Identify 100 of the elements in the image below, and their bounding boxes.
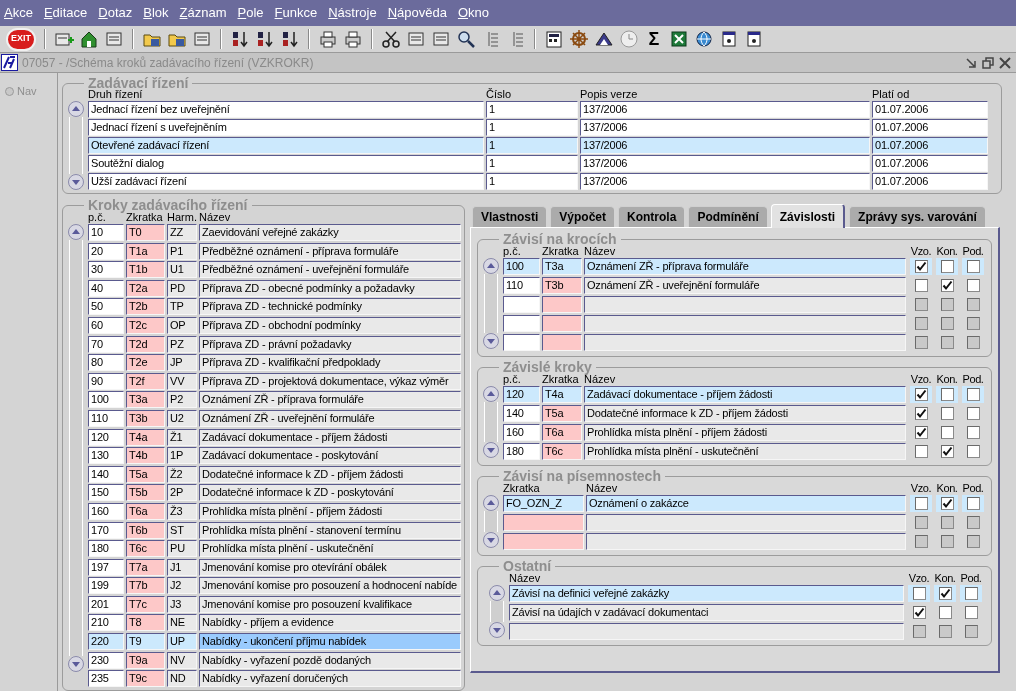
text-field[interactable]: 137/2006: [580, 155, 870, 172]
text-field[interactable]: [542, 315, 582, 332]
text-field[interactable]: 1: [486, 173, 578, 190]
text-field[interactable]: 100: [503, 258, 540, 275]
sort-icon[interactable]: [255, 29, 275, 49]
close-icon[interactable]: [998, 55, 1012, 70]
text-field[interactable]: PZ: [167, 335, 197, 353]
text-field[interactable]: T1b: [126, 261, 165, 279]
text-field[interactable]: Oznámení ZŘ - uveřejnění formuláře: [199, 409, 461, 427]
text-field[interactable]: 70: [88, 335, 124, 353]
text-field[interactable]: Závisí na údajích v zadávací dokumentaci: [509, 604, 904, 621]
document-icon[interactable]: [104, 29, 124, 49]
text-field[interactable]: 50: [88, 298, 124, 316]
text-field[interactable]: T3a: [126, 391, 165, 409]
text-field[interactable]: ZZ: [167, 224, 197, 241]
document-icon[interactable]: [406, 29, 426, 49]
checkbox[interactable]: [940, 388, 954, 401]
text-field[interactable]: 10: [88, 224, 124, 241]
text-field[interactable]: 140: [503, 405, 540, 422]
text-field[interactable]: Závisí na definici veřejné zakázky: [509, 585, 904, 602]
text-field[interactable]: T3b: [126, 409, 165, 427]
text-field[interactable]: T5b: [126, 484, 165, 502]
text-field[interactable]: J2: [167, 577, 197, 595]
text-field[interactable]: Příprava ZD - technické podmínky: [199, 298, 461, 316]
checkbox[interactable]: [938, 606, 952, 619]
text-field[interactable]: OP: [167, 316, 197, 334]
text-field[interactable]: P2: [167, 391, 197, 409]
text-field[interactable]: T5a: [126, 465, 165, 483]
tab[interactable]: Kontrola: [618, 206, 685, 227]
text-field[interactable]: 120: [88, 428, 124, 446]
sum-button[interactable]: Σ: [644, 29, 664, 49]
text-field[interactable]: UP: [167, 633, 197, 651]
scroll-down-button[interactable]: [68, 656, 84, 672]
menu-item[interactable]: Okno: [457, 5, 489, 21]
scroll-up-button[interactable]: [483, 386, 499, 402]
document-icon[interactable]: [431, 29, 451, 49]
text-field[interactable]: Příprava ZD - projektová dokumentace, výkaz výměr: [199, 372, 461, 390]
text-field[interactable]: Ž1: [167, 428, 197, 446]
menu-item[interactable]: Nástroje: [328, 5, 377, 21]
text-field[interactable]: Dodatečné informace k ZD - poskytování: [199, 484, 461, 502]
text-field[interactable]: Příprava ZD - právní požadavky: [199, 335, 461, 353]
text-field[interactable]: 137/2006: [580, 119, 870, 136]
checkbox[interactable]: [938, 587, 952, 600]
text-field[interactable]: T2b: [126, 298, 165, 316]
text-field[interactable]: 210: [88, 614, 124, 632]
checkbox[interactable]: [940, 445, 954, 458]
printer-icon[interactable]: [343, 29, 363, 49]
text-field[interactable]: 30: [88, 261, 124, 279]
scroll-up-button[interactable]: [483, 258, 499, 274]
house-icon[interactable]: [79, 29, 99, 49]
text-field[interactable]: T2d: [126, 335, 165, 353]
checkbox[interactable]: [966, 279, 980, 292]
text-field[interactable]: [584, 296, 906, 313]
text-field[interactable]: 40: [88, 279, 124, 297]
tab[interactable]: Vlastnosti: [472, 206, 547, 227]
text-field[interactable]: 110: [88, 409, 124, 427]
checkbox[interactable]: [912, 606, 926, 619]
minimize-icon[interactable]: [964, 55, 978, 70]
checkbox[interactable]: [966, 497, 980, 510]
scroll-down-button[interactable]: [68, 174, 84, 190]
tab[interactable]: Závislosti: [770, 204, 846, 228]
text-field[interactable]: J1: [167, 558, 197, 576]
checkbox[interactable]: [966, 260, 980, 273]
text-field[interactable]: T1a: [126, 242, 165, 260]
text-field[interactable]: [503, 514, 584, 531]
text-field[interactable]: [503, 296, 540, 313]
scroll-down-button[interactable]: [483, 442, 499, 458]
text-field[interactable]: Jmenování komise pro otevírání obálek: [199, 558, 461, 576]
text-field[interactable]: 137/2006: [580, 101, 870, 118]
text-field[interactable]: TP: [167, 298, 197, 316]
text-field[interactable]: FO_OZN_Z: [503, 495, 584, 512]
scroll-down-button[interactable]: [483, 532, 499, 548]
text-field[interactable]: Jednací řízení bez uveřejnění: [88, 101, 484, 118]
checkbox[interactable]: [914, 279, 928, 292]
text-field[interactable]: Užší zadávací řízení: [88, 173, 484, 190]
text-field[interactable]: P1: [167, 242, 197, 260]
printer-icon[interactable]: [318, 29, 338, 49]
text-field[interactable]: 137/2006: [580, 173, 870, 190]
text-field[interactable]: Příprava ZD - obecné podmínky a požadavky: [199, 279, 461, 297]
text-field[interactable]: Otevřené zadávací řízení: [88, 137, 484, 154]
text-field[interactable]: Nabídky - ukončení příjmu nabídek: [199, 633, 461, 651]
checkbox[interactable]: [914, 426, 928, 439]
text-field[interactable]: JP: [167, 354, 197, 372]
text-field[interactable]: T2a: [126, 279, 165, 297]
text-field[interactable]: T9: [126, 633, 165, 651]
checkbox[interactable]: [914, 445, 928, 458]
text-field[interactable]: 01.07.2006: [872, 155, 988, 172]
checkbox[interactable]: [914, 407, 928, 420]
text-field[interactable]: T6b: [126, 521, 165, 539]
text-field[interactable]: T6a: [542, 424, 582, 441]
text-field[interactable]: 90: [88, 372, 124, 390]
text-field[interactable]: Zadávací dokumentace - poskytování: [199, 447, 461, 465]
text-field[interactable]: Nabídky - příjem a evidence: [199, 614, 461, 632]
text-field[interactable]: 180: [503, 443, 540, 460]
text-field[interactable]: 01.07.2006: [872, 137, 988, 154]
text-field[interactable]: U1: [167, 261, 197, 279]
text-field[interactable]: T4a: [542, 386, 582, 403]
text-field[interactable]: 80: [88, 354, 124, 372]
tab[interactable]: Zprávy sys. varování: [849, 206, 985, 227]
text-field[interactable]: Zaevidování veřejné zakázky: [199, 224, 461, 241]
